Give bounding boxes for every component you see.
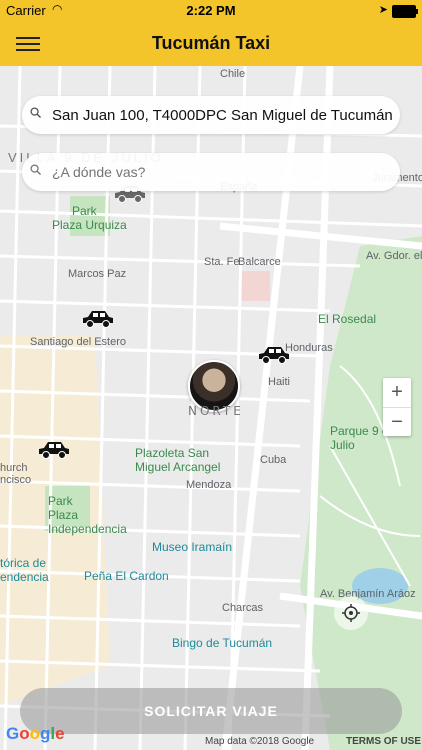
terms-link[interactable]: TERMS OF USE xyxy=(346,736,421,747)
street-label-balcarce: Balcarce xyxy=(238,256,281,268)
street-label-marcos-paz: Marcos Paz xyxy=(68,268,127,280)
zoom-control: + − xyxy=(383,378,411,436)
app-title: Tucumán Taxi xyxy=(151,33,271,53)
my-location-button[interactable] xyxy=(334,596,368,630)
request-ride-button[interactable]: SOLICITAR VIAJE xyxy=(20,688,402,734)
google-logo: Google xyxy=(6,724,65,743)
location-arrow-icon: ➤ xyxy=(378,4,388,16)
plaza-urquiza-label: Plaza Urquiza xyxy=(52,218,127,232)
plazoleta-label: Plazoleta San Miguel Arcangel xyxy=(135,446,221,474)
plaza-independencia-label: Plaza Independencia xyxy=(48,508,127,536)
clock: 2:22 PM xyxy=(186,3,236,18)
destination-search-bar[interactable] xyxy=(22,153,400,191)
search-icon xyxy=(30,164,41,175)
zoom-in-button[interactable]: + xyxy=(383,378,411,408)
bingo-label: Bingo de Tucumán xyxy=(172,636,273,650)
status-bar: Carrier ◠ 2:22 PM ➤ xyxy=(0,0,422,22)
park2-label: Park xyxy=(48,494,73,508)
origin-input[interactable] xyxy=(52,96,394,134)
penia-label: Peña El Cardon xyxy=(84,569,169,583)
street-label-haiti: Haiti xyxy=(268,376,291,388)
el-rosedal-label: El Rosedal xyxy=(318,312,377,326)
taxi-car-icon[interactable] xyxy=(256,344,292,366)
driver-label: NORTE xyxy=(188,404,244,418)
battery-icon xyxy=(392,5,418,18)
street-label-santiago: Santiago del Estero xyxy=(30,336,127,348)
street-label-honduras: Honduras xyxy=(285,342,333,354)
church-label: hurch ncisco xyxy=(0,462,32,486)
origin-search-bar[interactable] xyxy=(22,96,400,134)
street-label-mendoza: Mendoza xyxy=(186,479,232,491)
museo-label: Museo Iramaín xyxy=(152,540,233,554)
nav-bar: Tucumán Taxi xyxy=(0,22,422,66)
taxi-car-icon[interactable] xyxy=(80,308,116,330)
street-label-chile: Chile xyxy=(220,68,246,80)
zoom-out-button[interactable]: − xyxy=(383,408,411,437)
street-label-santa-fe: Sta. Fe xyxy=(204,256,240,268)
park-label: Park xyxy=(72,204,97,218)
street-label-gdor: Av. Gdor. el xyxy=(366,250,422,262)
street-label-charcas: Charcas xyxy=(222,602,263,614)
street-label-cuba: Cuba xyxy=(260,454,287,466)
taxi-car-icon[interactable] xyxy=(36,439,72,461)
search-icon xyxy=(30,107,41,118)
destination-input[interactable] xyxy=(52,153,392,191)
map-attribution: Map data ©2018 Google xyxy=(205,736,315,747)
crosshair-icon xyxy=(342,604,360,622)
historica-label: tórica de endencia xyxy=(0,556,49,584)
